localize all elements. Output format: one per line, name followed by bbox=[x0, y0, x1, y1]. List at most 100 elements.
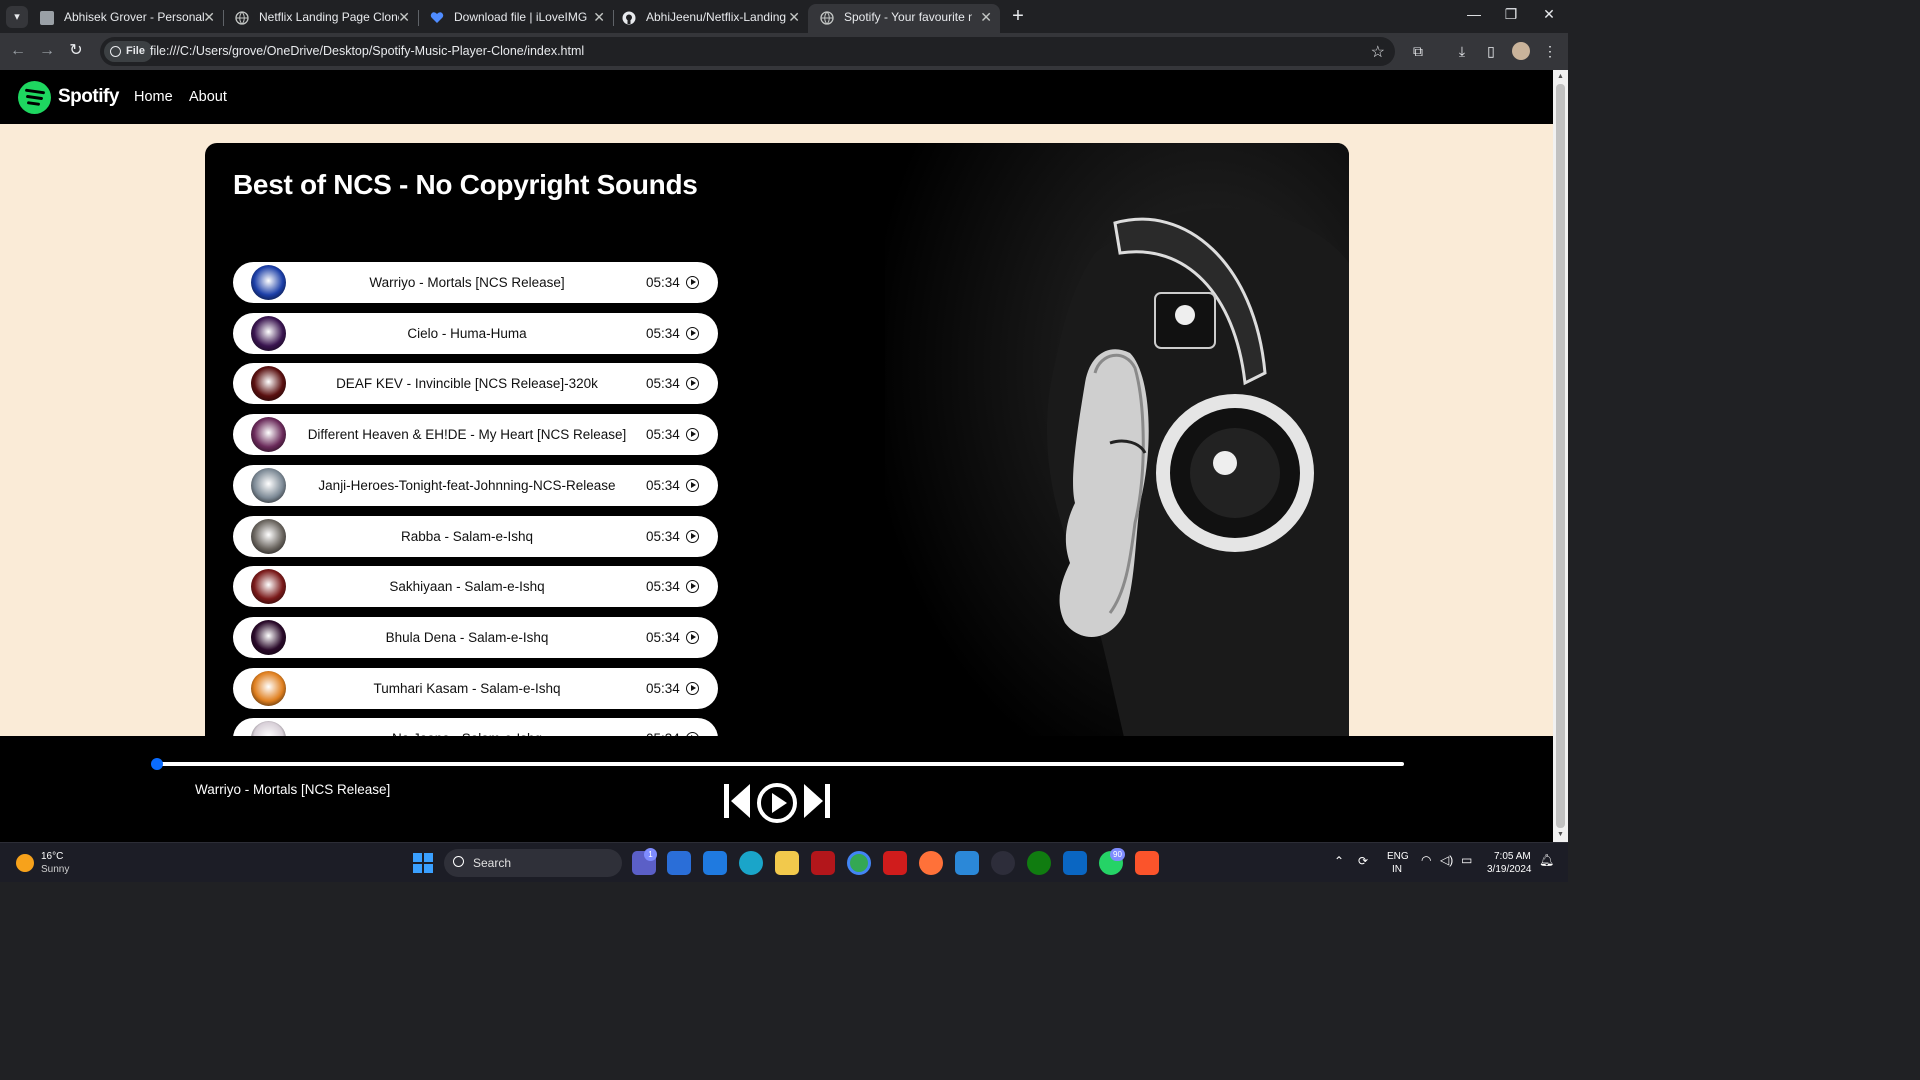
progress-thumb[interactable] bbox=[151, 758, 163, 770]
vscode-icon[interactable] bbox=[1063, 851, 1087, 875]
windows-start-icon[interactable] bbox=[413, 853, 433, 873]
firefox-icon[interactable] bbox=[919, 851, 943, 875]
play-circle-icon[interactable] bbox=[686, 276, 699, 289]
play-circle-icon[interactable] bbox=[686, 580, 699, 594]
remote-desktop-icon[interactable] bbox=[955, 851, 979, 875]
file-explorer-icon[interactable] bbox=[775, 851, 799, 875]
play-circle-icon[interactable] bbox=[686, 529, 699, 543]
restore-window-icon[interactable]: ❐ bbox=[1501, 6, 1521, 23]
weather-condition[interactable]: Sunny bbox=[41, 864, 69, 875]
tab-netflix-landing[interactable]: Netflix Landing Page Clone ✕ bbox=[223, 4, 418, 33]
song-item[interactable]: DEAF KEV - Invincible [NCS Release]-320k… bbox=[233, 363, 718, 405]
bookmark-star-icon[interactable]: ☆ bbox=[1371, 42, 1385, 62]
hero-headphones-photo bbox=[885, 143, 1349, 783]
chrome-browser-icon[interactable] bbox=[847, 851, 871, 875]
close-tab-icon[interactable]: ✕ bbox=[788, 4, 800, 30]
forward-arrow-icon[interactable]: → bbox=[37, 41, 57, 61]
close-tab-icon[interactable]: ✕ bbox=[980, 4, 992, 30]
iloveimg-heart-icon bbox=[430, 12, 444, 23]
clock-date[interactable]: 3/19/2024 bbox=[1487, 864, 1532, 875]
scroll-up-icon[interactable]: ▲ bbox=[1556, 72, 1565, 81]
brave-browser-icon[interactable] bbox=[1135, 851, 1159, 875]
taskbar-search-box[interactable]: Search bbox=[444, 849, 622, 877]
red-app-icon[interactable] bbox=[883, 851, 907, 875]
close-window-icon[interactable]: ✕ bbox=[1539, 6, 1559, 23]
media-app-icon[interactable] bbox=[991, 851, 1015, 875]
bottom-player-bar: Warriyo - Mortals [NCS Release] bbox=[0, 736, 1553, 842]
nav-link-home[interactable]: Home bbox=[134, 89, 173, 105]
play-circle-icon[interactable] bbox=[686, 428, 699, 442]
tray-overflow-icon[interactable]: ⌃ bbox=[1334, 854, 1344, 868]
sync-icon[interactable]: ⟳ bbox=[1358, 854, 1368, 868]
close-tab-icon[interactable]: ✕ bbox=[203, 4, 215, 30]
play-circle-icon[interactable] bbox=[686, 377, 699, 391]
next-track-icon[interactable] bbox=[802, 782, 832, 820]
spotify-logo-icon[interactable] bbox=[18, 81, 51, 114]
song-item[interactable]: Different Heaven & EH!DE - My Heart [NCS… bbox=[233, 414, 718, 456]
profile-avatar-icon[interactable] bbox=[1512, 42, 1530, 60]
language-top[interactable]: ENG bbox=[1387, 851, 1409, 862]
weather-sun-icon[interactable] bbox=[16, 854, 34, 872]
play-circle-icon[interactable] bbox=[686, 478, 699, 492]
page-viewport: Spotify Home About Best of NCS - No Copy… bbox=[0, 70, 1553, 842]
search-icon bbox=[453, 856, 464, 867]
minimize-window-icon[interactable]: — bbox=[1464, 6, 1484, 22]
page-scrollbar[interactable]: ▲ ▼ bbox=[1553, 70, 1568, 842]
new-tab-button[interactable]: + bbox=[1008, 5, 1028, 28]
play-circle-icon[interactable] bbox=[686, 630, 699, 644]
address-bar[interactable]: File file:///C:/Users/grove/OneDrive/Des… bbox=[100, 37, 1395, 66]
song-name: Warriyo - Mortals [NCS Release] bbox=[369, 275, 565, 290]
wifi-icon[interactable]: ◠ bbox=[1421, 853, 1431, 867]
tab-spotify-clone[interactable]: Spotify - Your favourite music is ✕ bbox=[808, 4, 1000, 33]
xbox-icon[interactable] bbox=[1027, 851, 1051, 875]
extensions-puzzle-icon[interactable]: ⧉ bbox=[1409, 42, 1427, 60]
language-bottom[interactable]: IN bbox=[1392, 864, 1402, 875]
song-cover-image bbox=[251, 569, 286, 605]
nav-link-about[interactable]: About bbox=[189, 89, 227, 105]
song-progress-bar[interactable] bbox=[156, 762, 1404, 766]
scroll-down-icon[interactable]: ▼ bbox=[1556, 830, 1565, 839]
tab-github-repo[interactable]: AbhiJeenu/Netflix-Landing-Pag ✕ bbox=[610, 4, 808, 33]
play-circle-icon[interactable] bbox=[686, 681, 699, 695]
play-icon[interactable] bbox=[756, 782, 798, 824]
previous-track-icon[interactable] bbox=[722, 782, 752, 820]
song-item[interactable]: Rabba - Salam-e-Ishq 05:34 bbox=[233, 515, 718, 557]
clock-time[interactable]: 7:05 AM bbox=[1494, 851, 1531, 862]
site-info-chip[interactable]: File bbox=[104, 41, 153, 62]
close-tab-icon[interactable]: ✕ bbox=[398, 4, 410, 30]
downloads-icon[interactable]: ⤓ bbox=[1453, 42, 1471, 60]
tab-search-button[interactable]: ▾ bbox=[6, 6, 28, 28]
brand-name[interactable]: Spotify bbox=[58, 86, 119, 108]
volume-icon[interactable]: ◁) bbox=[1440, 853, 1453, 867]
song-item[interactable]: Tumhari Kasam - Salam-e-Ishq 05:34 bbox=[233, 667, 718, 709]
scrollbar-thumb[interactable] bbox=[1556, 84, 1565, 828]
edge-browser-icon[interactable] bbox=[739, 851, 763, 875]
song-name: Tumhari Kasam - Salam-e-Ishq bbox=[373, 680, 561, 696]
song-item[interactable]: Bhula Dena - Salam-e-Ishq 05:34 bbox=[233, 616, 718, 658]
dcs-app-icon[interactable] bbox=[811, 851, 835, 875]
back-arrow-icon[interactable]: ← bbox=[8, 41, 28, 61]
browser-toolbar: ← → ↻ File file:///C:/Users/grove/OneDri… bbox=[0, 33, 1568, 70]
song-item[interactable]: Sakhiyaan - Salam-e-Ishq 05:34 bbox=[233, 566, 718, 608]
mail-icon[interactable] bbox=[703, 851, 727, 875]
browser-menu-icon[interactable]: ⋮ bbox=[1541, 42, 1559, 60]
microsoft-store-icon[interactable] bbox=[667, 851, 691, 875]
file-chip-label: File bbox=[126, 45, 145, 57]
play-circle-icon[interactable] bbox=[686, 326, 699, 340]
notification-bell-icon[interactable]: 🔔︎ bbox=[1539, 853, 1554, 867]
url-text[interactable]: file:///C:/Users/grove/OneDrive/Desktop/… bbox=[150, 37, 584, 66]
playlist-container: Best of NCS - No Copyright Sounds Warriy… bbox=[205, 143, 1349, 783]
tab-iloveimg[interactable]: Download file | iLoveIMG ✕ bbox=[418, 4, 613, 33]
tab-personal-portfolio[interactable]: Abhisek Grover - Personal Portf ✕ bbox=[28, 4, 223, 33]
reload-icon[interactable]: ↻ bbox=[66, 41, 86, 61]
battery-icon[interactable]: ▭ bbox=[1461, 853, 1472, 867]
close-tab-icon[interactable]: ✕ bbox=[593, 4, 605, 30]
playlist-heading: Best of NCS - No Copyright Sounds bbox=[233, 169, 698, 200]
song-duration: 05:34 bbox=[646, 325, 680, 341]
song-name: Different Heaven & EH!DE - My Heart [NCS… bbox=[307, 427, 627, 443]
song-item[interactable]: Warriyo - Mortals [NCS Release] 05:34 bbox=[233, 262, 718, 303]
song-item[interactable]: Cielo - Huma-Huma 05:34 bbox=[233, 312, 718, 354]
weather-temperature[interactable]: 16°C bbox=[41, 851, 63, 862]
side-panel-icon[interactable]: ▯ bbox=[1482, 42, 1500, 60]
song-item[interactable]: Janji-Heroes-Tonight-feat-Johnning-NCS-R… bbox=[233, 464, 718, 506]
